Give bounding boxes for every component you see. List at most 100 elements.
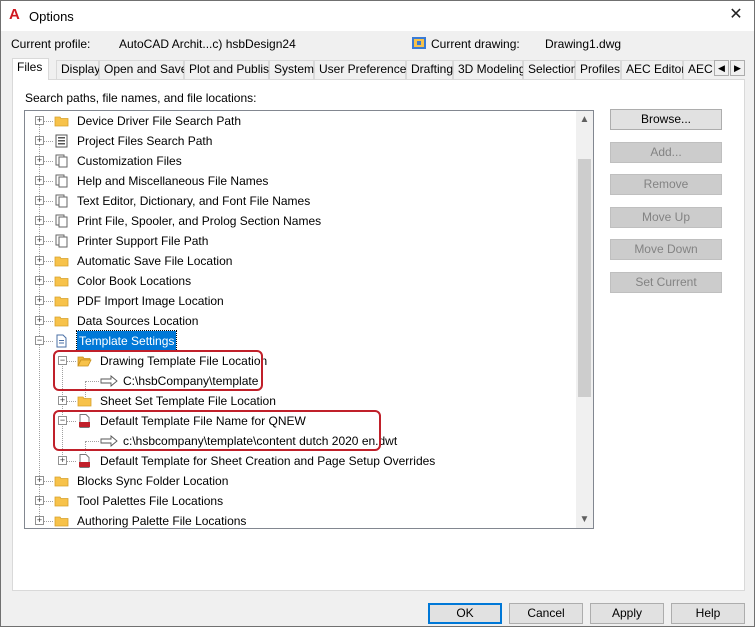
tab-strip: Files Display Open and Save Plot and Pub… bbox=[12, 58, 745, 80]
documents-icon bbox=[55, 174, 68, 188]
tab-selection[interactable]: Selection bbox=[523, 60, 577, 79]
apply-button[interactable]: Apply bbox=[590, 603, 664, 624]
folder-icon bbox=[54, 476, 69, 487]
tree-vertical-scrollbar[interactable]: ▲ ▼ bbox=[576, 111, 593, 528]
tree-item-label: Color Book Locations bbox=[77, 274, 192, 288]
tab-system[interactable]: System bbox=[269, 60, 314, 79]
close-button[interactable]: ✕ bbox=[722, 3, 750, 27]
current-drawing-label: Current drawing: bbox=[431, 37, 520, 51]
tab-aec[interactable]: AEC bbox=[683, 60, 714, 79]
current-drawing-value: Drawing1.dwg bbox=[545, 37, 622, 51]
expand-icon[interactable]: + bbox=[35, 196, 44, 205]
tab-3d-modeling[interactable]: 3D Modeling bbox=[453, 60, 525, 79]
current-drawing-icon bbox=[412, 37, 426, 49]
expand-icon[interactable]: + bbox=[58, 456, 67, 465]
move-down-button[interactable]: Move Down bbox=[610, 239, 722, 260]
tree-item-sheet-creation-template[interactable]: + Default Template for Sheet Creation an… bbox=[25, 451, 575, 471]
tree-item-label: Data Sources Location bbox=[77, 314, 199, 328]
folder-icon bbox=[54, 516, 69, 527]
expand-icon[interactable]: + bbox=[35, 496, 44, 505]
folder-icon bbox=[77, 396, 92, 407]
files-caption: Search paths, file names, and file locat… bbox=[25, 91, 257, 105]
documents-icon bbox=[55, 234, 68, 248]
folder-icon bbox=[54, 296, 69, 307]
move-up-button[interactable]: Move Up bbox=[610, 207, 722, 228]
expand-icon[interactable]: + bbox=[35, 516, 44, 525]
file-locations-tree[interactable]: + Device Driver File Search Path + Proje… bbox=[24, 110, 594, 529]
expand-icon[interactable]: + bbox=[35, 236, 44, 245]
tab-profiles[interactable]: Profiles bbox=[575, 60, 621, 79]
highlight-box-qnew-template bbox=[53, 410, 381, 451]
collapse-icon[interactable]: − bbox=[35, 336, 44, 345]
tab-scroll-right-button[interactable]: ▶ bbox=[730, 60, 745, 76]
tree-item-label: Default Template for Sheet Creation and … bbox=[100, 454, 436, 468]
options-dialog: A Options ✕ Current profile: AutoCAD Arc… bbox=[0, 0, 755, 627]
tree-item-label: Template Settings bbox=[75, 330, 178, 352]
tab-plot-and-publish[interactable]: Plot and Publish bbox=[184, 60, 276, 79]
tree-item-label: Tool Palettes File Locations bbox=[77, 494, 224, 508]
tree-item-blocks-sync[interactable]: + Blocks Sync Folder Location bbox=[25, 471, 575, 491]
expand-icon[interactable]: + bbox=[35, 276, 44, 285]
title-bar: A Options ✕ bbox=[1, 1, 754, 31]
current-profile-label: Current profile: bbox=[11, 37, 91, 51]
files-tab-panel: Search paths, file names, and file locat… bbox=[12, 79, 745, 591]
project-files-icon bbox=[55, 134, 68, 148]
tree-item-help-misc[interactable]: + Help and Miscellaneous File Names bbox=[25, 171, 575, 191]
current-profile-value: AutoCAD Archit...c) hsbDesign24 bbox=[119, 37, 296, 51]
browse-button[interactable]: Browse... bbox=[610, 109, 722, 130]
tree-item-automatic-save[interactable]: + Automatic Save File Location bbox=[25, 251, 575, 271]
set-current-button[interactable]: Set Current bbox=[610, 272, 722, 293]
tree-item-text-editor[interactable]: + Text Editor, Dictionary, and Font File… bbox=[25, 191, 575, 211]
expand-icon[interactable]: + bbox=[35, 476, 44, 485]
tree-item-label: Blocks Sync Folder Location bbox=[77, 474, 229, 488]
tree-item-label: Customization Files bbox=[77, 154, 182, 168]
help-button[interactable]: Help bbox=[671, 603, 745, 624]
tab-user-preferences[interactable]: User Preferences bbox=[314, 60, 412, 79]
expand-icon[interactable]: + bbox=[35, 116, 44, 125]
tree-item-printer-support[interactable]: + Printer Support File Path bbox=[25, 231, 575, 251]
tab-scroll-left-button[interactable]: ◀ bbox=[714, 60, 729, 76]
tree-item-label: Project Files Search Path bbox=[77, 134, 213, 148]
expand-icon[interactable]: + bbox=[35, 136, 44, 145]
expand-icon[interactable]: + bbox=[35, 296, 44, 305]
tab-aec-editor[interactable]: AEC Editor bbox=[621, 60, 685, 79]
tree-item-label: Automatic Save File Location bbox=[77, 254, 233, 268]
expand-icon[interactable]: + bbox=[35, 156, 44, 165]
tab-drafting[interactable]: Drafting bbox=[406, 60, 453, 79]
tree-item-pdf-import[interactable]: + PDF Import Image Location bbox=[25, 291, 575, 311]
dwt-file-icon bbox=[79, 454, 90, 468]
expand-icon[interactable]: + bbox=[35, 176, 44, 185]
scroll-up-button[interactable]: ▲ bbox=[576, 111, 593, 128]
tree-item-authoring-palette[interactable]: + Authoring Palette File Locations bbox=[25, 511, 575, 528]
ok-button[interactable]: OK bbox=[428, 603, 502, 624]
folder-icon bbox=[54, 256, 69, 267]
tree-item-project-files[interactable]: + Project Files Search Path bbox=[25, 131, 575, 151]
tab-files[interactable]: Files bbox=[12, 58, 49, 80]
tree-item-label: Text Editor, Dictionary, and Font File N… bbox=[77, 194, 311, 208]
documents-icon bbox=[55, 214, 68, 228]
tree-item-customization-files[interactable]: + Customization Files bbox=[25, 151, 575, 171]
tree-item-print-file[interactable]: + Print File, Spooler, and Prolog Sectio… bbox=[25, 211, 575, 231]
tree-item-color-book[interactable]: + Color Book Locations bbox=[25, 271, 575, 291]
expand-icon[interactable]: + bbox=[35, 316, 44, 325]
tree-item-tool-palettes[interactable]: + Tool Palettes File Locations bbox=[25, 491, 575, 511]
tab-display[interactable]: Display bbox=[56, 60, 100, 79]
tree-item-template-settings[interactable]: − Template Settings bbox=[25, 330, 575, 352]
autocad-logo-icon: A bbox=[9, 6, 20, 23]
tree-item-label: Authoring Palette File Locations bbox=[77, 514, 247, 528]
folder-icon bbox=[54, 276, 69, 287]
scroll-down-button[interactable]: ▼ bbox=[576, 511, 593, 528]
expand-icon[interactable]: + bbox=[35, 256, 44, 265]
expand-icon[interactable]: + bbox=[58, 396, 67, 405]
add-button[interactable]: Add... bbox=[610, 142, 722, 163]
tree-item-device-driver[interactable]: + Device Driver File Search Path bbox=[25, 111, 575, 131]
cancel-button[interactable]: Cancel bbox=[509, 603, 583, 624]
remove-button[interactable]: Remove bbox=[610, 174, 722, 195]
expand-icon[interactable]: + bbox=[35, 216, 44, 225]
tree-item-sheet-set-template[interactable]: + Sheet Set Template File Location bbox=[25, 391, 575, 411]
tree-item-data-sources[interactable]: + Data Sources Location bbox=[25, 311, 575, 331]
scroll-thumb[interactable] bbox=[578, 159, 591, 397]
tab-open-and-save[interactable]: Open and Save bbox=[99, 60, 187, 79]
highlight-box-drawing-template bbox=[53, 350, 263, 391]
folder-icon bbox=[54, 496, 69, 507]
